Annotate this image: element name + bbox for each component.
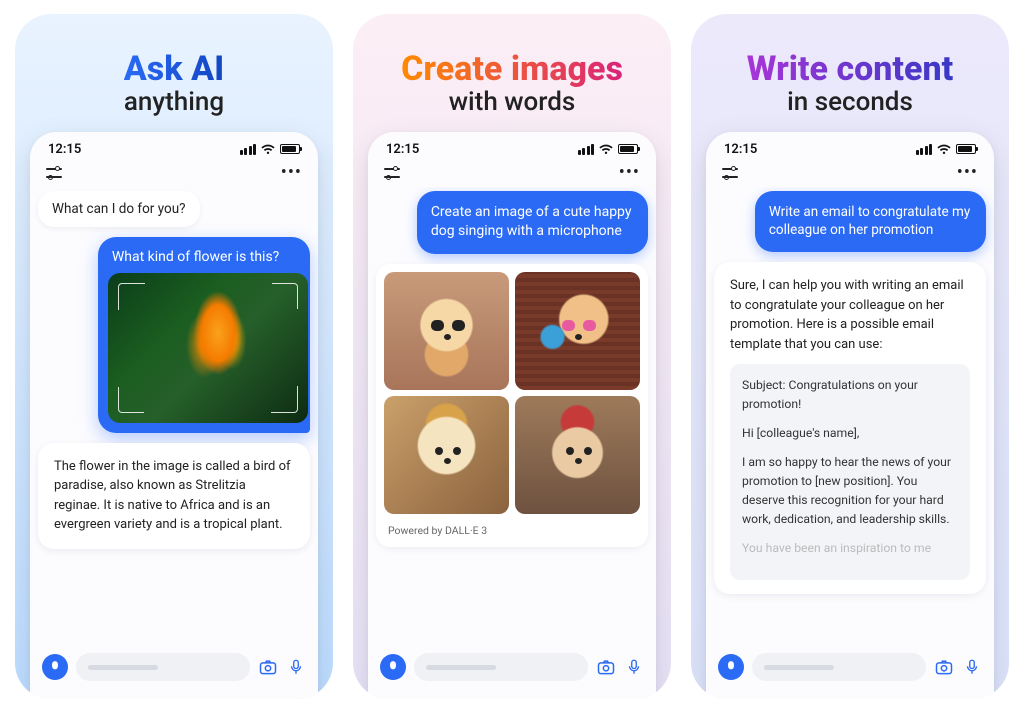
ai-intro-text: Sure, I can help you with writing an ema… bbox=[730, 276, 970, 354]
more-icon[interactable]: ••• bbox=[957, 168, 978, 178]
signal-icon bbox=[916, 144, 933, 155]
more-icon[interactable]: ••• bbox=[281, 168, 302, 178]
wifi-icon bbox=[599, 144, 613, 155]
generated-image[interactable] bbox=[384, 396, 509, 514]
headline-top: Write content bbox=[747, 52, 953, 88]
copilot-icon[interactable] bbox=[380, 654, 406, 680]
battery-icon bbox=[956, 144, 976, 154]
signal-icon bbox=[578, 144, 595, 155]
status-bar: 12:15 bbox=[30, 132, 318, 163]
status-time: 12:15 bbox=[386, 142, 419, 157]
status-icons bbox=[578, 144, 639, 155]
camera-icon[interactable] bbox=[934, 657, 954, 677]
battery-icon bbox=[618, 144, 638, 154]
headline: Ask AI anything bbox=[124, 52, 224, 118]
headline: Create images with words bbox=[401, 52, 623, 118]
powered-by-label: Powered by DALL·E 3 bbox=[384, 520, 640, 539]
user-question-text: What kind of flower is this? bbox=[108, 247, 300, 273]
user-prompt-bubble: Write an email to congratulate my collea… bbox=[755, 191, 986, 253]
email-subject: Subject: Congratulations on your promoti… bbox=[742, 376, 958, 414]
email-body: I am so happy to hear the news of your p… bbox=[742, 453, 958, 529]
message-input[interactable] bbox=[76, 653, 250, 681]
status-bar: 12:15 bbox=[368, 132, 656, 163]
status-time: 12:15 bbox=[724, 142, 757, 157]
status-bar: 12:15 bbox=[706, 132, 994, 163]
status-time: 12:15 bbox=[48, 142, 81, 157]
wifi-icon bbox=[261, 144, 275, 155]
input-bar bbox=[30, 643, 318, 699]
phone-mock: 12:15 ••• What can I do for you? What ki… bbox=[30, 132, 318, 699]
ai-answer-bubble: Sure, I can help you with writing an ema… bbox=[714, 262, 986, 593]
headline-bottom: in seconds bbox=[747, 88, 953, 118]
headline: Write content in seconds bbox=[747, 52, 953, 118]
status-icons bbox=[240, 144, 301, 155]
ai-answer-bubble: The flower in the image is called a bird… bbox=[38, 443, 310, 549]
headline-bottom: with words bbox=[401, 88, 623, 118]
promo-panel-ask-ai: Ask AI anything 12:15 ••• What can I do … bbox=[15, 14, 333, 699]
generated-image-grid: Powered by DALL·E 3 bbox=[376, 264, 648, 547]
message-input[interactable] bbox=[752, 653, 926, 681]
headline-top: Ask AI bbox=[124, 52, 224, 88]
status-icons bbox=[916, 144, 977, 155]
input-bar bbox=[368, 643, 656, 699]
copilot-icon[interactable] bbox=[42, 654, 68, 680]
settings-sliders-icon[interactable] bbox=[722, 167, 738, 179]
input-bar bbox=[706, 643, 994, 699]
chat-area: Write an email to congratulate my collea… bbox=[706, 187, 994, 643]
microphone-icon[interactable] bbox=[962, 657, 982, 677]
headline-top: Create images bbox=[401, 52, 623, 88]
camera-icon[interactable] bbox=[258, 657, 278, 677]
settings-sliders-icon[interactable] bbox=[46, 167, 62, 179]
app-top-bar: ••• bbox=[706, 163, 994, 187]
microphone-icon[interactable] bbox=[624, 657, 644, 677]
email-template: Subject: Congratulations on your promoti… bbox=[730, 364, 970, 579]
generated-image[interactable] bbox=[384, 272, 509, 390]
wifi-icon bbox=[937, 144, 951, 155]
attached-photo bbox=[108, 273, 308, 423]
phone-mock: 12:15 ••• Write an email to congratulate… bbox=[706, 132, 994, 699]
generated-image[interactable] bbox=[515, 396, 640, 514]
phone-mock: 12:15 ••• Create an image of a cute happ… bbox=[368, 132, 656, 699]
microphone-icon[interactable] bbox=[286, 657, 306, 677]
headline-bottom: anything bbox=[124, 88, 224, 118]
ai-greeting-bubble: What can I do for you? bbox=[38, 191, 200, 227]
chat-area: What can I do for you? What kind of flow… bbox=[30, 187, 318, 643]
app-top-bar: ••• bbox=[30, 163, 318, 187]
promo-panel-create-images: Create images with words 12:15 ••• Creat… bbox=[353, 14, 671, 699]
generated-image[interactable] bbox=[515, 272, 640, 390]
settings-sliders-icon[interactable] bbox=[384, 167, 400, 179]
signal-icon bbox=[240, 144, 257, 155]
copilot-icon[interactable] bbox=[718, 654, 744, 680]
message-input[interactable] bbox=[414, 653, 588, 681]
user-prompt-bubble: Create an image of a cute happy dog sing… bbox=[417, 191, 648, 254]
email-faded-line: You have been an inspiration to me bbox=[742, 539, 958, 558]
app-top-bar: ••• bbox=[368, 163, 656, 187]
more-icon[interactable]: ••• bbox=[619, 168, 640, 178]
promo-panel-write-content: Write content in seconds 12:15 ••• Write… bbox=[691, 14, 1009, 699]
camera-icon[interactable] bbox=[596, 657, 616, 677]
user-image-question-bubble: What kind of flower is this? bbox=[98, 237, 310, 433]
chat-area: Create an image of a cute happy dog sing… bbox=[368, 187, 656, 643]
battery-icon bbox=[280, 144, 300, 154]
email-greeting: Hi [colleague's name], bbox=[742, 424, 958, 443]
